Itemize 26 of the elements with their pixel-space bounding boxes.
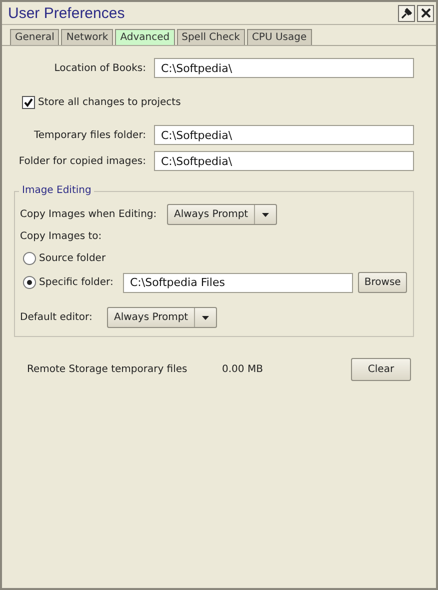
- input-field[interactable]: C:\Softpedia Files: [123, 272, 354, 292]
- tab[interactable]: Advanced: [115, 29, 175, 45]
- section-label: Copy Images to:: [20, 231, 103, 242]
- storage-label: Remote Storage temporary files: [27, 364, 188, 375]
- field-label: Default editor:: [20, 312, 94, 323]
- dropdown[interactable]: Always Prompt: [167, 204, 277, 225]
- field-label: Location of Books:: [53, 62, 146, 74]
- group-title: Image Editing: [19, 185, 94, 196]
- input-field[interactable]: C:\Softpedia\: [154, 58, 414, 78]
- tab[interactable]: CPU Usage: [246, 29, 312, 45]
- radio-label: Source folder: [39, 253, 107, 264]
- tab[interactable]: Network: [61, 29, 114, 45]
- input-field[interactable]: C:\Softpedia\: [154, 151, 414, 171]
- checkbox-label: Store all changes to projects: [38, 97, 181, 108]
- clear-button[interactable]: Clear: [351, 358, 411, 381]
- field-label: Temporary files folder:: [32, 130, 146, 140]
- browse-button[interactable]: Browse: [358, 272, 407, 293]
- tab[interactable]: General: [10, 29, 60, 45]
- tab[interactable]: Spell Check: [176, 29, 245, 45]
- radio-label: Specific folder:: [39, 277, 114, 288]
- field-label: Copy Images when Editing:: [20, 209, 158, 220]
- input-field[interactable]: C:\Softpedia\: [154, 125, 414, 145]
- storage-size: 0.00 MB: [222, 364, 264, 375]
- field-label: Folder for copied images:: [18, 156, 146, 166]
- dropdown[interactable]: Always Prompt: [107, 307, 217, 328]
- window-title: User Preferences: [8, 4, 126, 22]
